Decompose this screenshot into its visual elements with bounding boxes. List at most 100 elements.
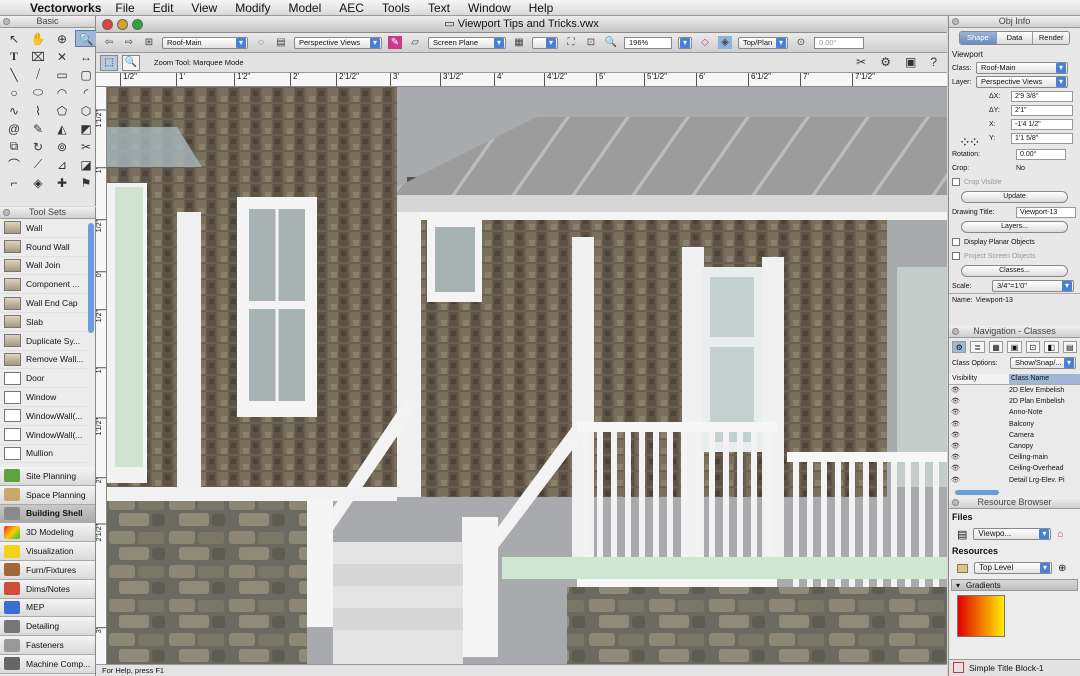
tab-shape[interactable]: Shape <box>960 32 997 44</box>
rounded-rectangle-tool-icon[interactable]: ▢ <box>75 66 97 83</box>
tool-component[interactable]: Component ... <box>0 275 87 295</box>
delete-tool-icon[interactable]: ✕ <box>51 48 73 65</box>
update-button[interactable]: Update <box>961 191 1068 203</box>
sheet-layers-tab-icon[interactable]: ▦ <box>988 341 1004 353</box>
dx-field[interactable]: 2'9 3/8" <box>1011 90 1073 102</box>
list-item[interactable]: 👁 Detail Lrg-Elev. Pi <box>949 475 1080 486</box>
set-building-shell[interactable]: Building Shell <box>0 504 95 524</box>
palette-close-icon[interactable] <box>952 499 959 506</box>
rotation-field[interactable]: 0.00° <box>814 36 864 49</box>
set-detailing[interactable]: Detailing <box>0 617 95 637</box>
tool-windowwall-1[interactable]: WindowWall(... <box>0 407 87 426</box>
list-item[interactable]: 👁 Ceiling-Overhead <box>949 463 1080 474</box>
polygon-tool-icon[interactable]: ⬠ <box>51 102 73 119</box>
regular-polygon-tool-icon[interactable]: ⬡ <box>75 102 97 119</box>
disclosure-triangle-icon[interactable]: ▾ <box>956 580 960 592</box>
active-layer-dropdown[interactable]: Perspective Views <box>294 36 382 49</box>
eye-icon[interactable]: 👁 <box>949 463 1009 474</box>
list-item[interactable]: 👁 Balcony <box>949 419 1080 430</box>
set-visualization[interactable]: Visualization <box>0 542 95 561</box>
saved-views-tab-icon[interactable]: ⊡ <box>1025 341 1041 353</box>
screen-icon[interactable]: ▣ <box>905 55 916 69</box>
set-machine-components[interactable]: Machine Comp... <box>0 654 95 674</box>
callout-tool-icon[interactable]: ⌧ <box>27 48 49 65</box>
tab-data[interactable]: Data <box>996 32 1034 44</box>
tool-duplicate-symbol[interactable]: Duplicate Sy... <box>0 332 87 351</box>
help-question-icon[interactable]: ? <box>930 55 937 69</box>
rectangle-tool-icon[interactable]: ▭ <box>51 66 73 83</box>
menu-edit[interactable]: Edit <box>153 1 174 15</box>
oval-tool-icon[interactable]: ⬭ <box>27 84 49 101</box>
viewport-name[interactable]: Viewport-13 <box>976 297 1013 304</box>
file-dropdown[interactable]: Viewpo... <box>973 528 1052 540</box>
selection-tool-icon[interactable]: ↖ <box>3 30 25 47</box>
palette-close-icon[interactable] <box>952 328 959 335</box>
split-tool-icon[interactable]: ✂ <box>75 138 97 155</box>
close-window-icon[interactable] <box>102 19 113 30</box>
class-list-scrollbar[interactable] <box>955 490 999 495</box>
tool-list-scrollbar[interactable] <box>88 223 94 333</box>
zoom-tool-icon[interactable]: 🔍 <box>75 30 97 47</box>
resource-level-dropdown[interactable]: Top Level <box>974 562 1052 574</box>
tool-window[interactable]: Window <box>0 388 87 407</box>
menu-aec[interactable]: AEC <box>339 1 364 15</box>
drawing-area[interactable] <box>107 87 947 664</box>
fillet-tool-icon[interactable]: ⌒ <box>3 156 25 173</box>
chamfer-tool-icon[interactable]: ⟋ <box>27 156 49 173</box>
offset-tool-icon[interactable]: ⊚ <box>51 138 73 155</box>
back-icon[interactable]: ⇦ <box>102 36 116 49</box>
visibility-column-header[interactable]: Visibility <box>949 374 1009 384</box>
locus-tool-icon[interactable]: ✚ <box>51 174 73 191</box>
classes-button[interactable]: Classes... <box>961 265 1068 277</box>
freehand-tool-icon[interactable]: ∿ <box>3 102 25 119</box>
project-screen-checkbox[interactable] <box>952 252 960 260</box>
fit-to-page-icon[interactable]: ⊡ <box>584 36 598 49</box>
fill-tool-icon[interactable]: ◈ <box>27 174 49 191</box>
resource-options-icon[interactable]: ⊕ <box>1058 563 1066 574</box>
zoom-field[interactable]: 196% <box>624 36 672 49</box>
forward-icon[interactable]: ⇨ <box>122 36 136 49</box>
tab-render[interactable]: Render <box>1033 32 1069 44</box>
circle-tool-icon[interactable]: ○ <box>3 84 25 101</box>
reshape-tool-icon[interactable]: ◭ <box>51 120 73 137</box>
menu-window[interactable]: Window <box>468 1 511 15</box>
settings-gear-icon[interactable]: ⚙ <box>880 55 891 69</box>
connect-tool-icon[interactable]: ⊿ <box>51 156 73 173</box>
rotation-field[interactable]: 0.00° <box>1016 148 1066 160</box>
menu-view[interactable]: View <box>191 1 217 15</box>
double-line-tool-icon[interactable]: ⧸ <box>27 66 49 83</box>
eye-icon[interactable]: 👁 <box>949 430 1009 441</box>
zoom-dropdown[interactable] <box>678 36 692 49</box>
marquee-mode-icon[interactable]: ⬚ <box>100 54 118 71</box>
clip-tool-icon[interactable]: ◪ <box>75 156 97 173</box>
list-item[interactable]: 👁 2D Plan Embelish <box>949 396 1080 407</box>
quarter-arc-tool-icon[interactable]: ◜ <box>75 84 97 101</box>
app-menu[interactable]: Vectorworks <box>30 1 101 15</box>
attribute-mapping-tool-icon[interactable]: ◩ <box>75 120 97 137</box>
spiral-tool-icon[interactable]: @ <box>3 120 25 137</box>
standard-view-dropdown[interactable]: Top/Plan <box>738 36 788 49</box>
tool-wall-join[interactable]: Wall Join <box>0 257 87 276</box>
pan-tool-icon[interactable]: ✋ <box>27 30 49 47</box>
snap-icon[interactable]: ✂ <box>856 55 866 69</box>
menu-model[interactable]: Model <box>289 1 322 15</box>
menu-tools[interactable]: Tools <box>382 1 410 15</box>
menu-text[interactable]: Text <box>428 1 450 15</box>
classes-tab-icon[interactable]: ⚙ <box>952 341 967 353</box>
flyover-tool-icon[interactable]: ⊕ <box>51 30 73 47</box>
tool-mullion[interactable]: Mullion <box>0 445 87 464</box>
y-field[interactable]: 1'1 5/8" <box>1011 132 1073 144</box>
drawing-title-field[interactable]: Viewport-13 <box>1016 206 1076 218</box>
documents-tab-icon[interactable]: ▤ <box>1062 341 1077 353</box>
arc-tool-icon[interactable]: ◠ <box>51 84 73 101</box>
minimize-window-icon[interactable] <box>117 19 128 30</box>
layer-dropdown[interactable]: Perspective Views <box>976 76 1068 88</box>
fit-to-objects-icon[interactable]: ⛶ <box>564 36 578 49</box>
tool-wall-end-cap[interactable]: Wall End Cap <box>0 294 87 313</box>
set-dims-notes[interactable]: Dims/Notes <box>0 579 95 599</box>
layers-button[interactable]: Layers... <box>961 221 1068 233</box>
eye-icon[interactable]: 👁 <box>949 475 1009 486</box>
sheet-dropdown[interactable] <box>532 36 558 49</box>
gradients-section[interactable]: ▾ Gradients <box>951 579 1078 591</box>
layers-tab-icon[interactable]: ≣ <box>970 341 985 353</box>
